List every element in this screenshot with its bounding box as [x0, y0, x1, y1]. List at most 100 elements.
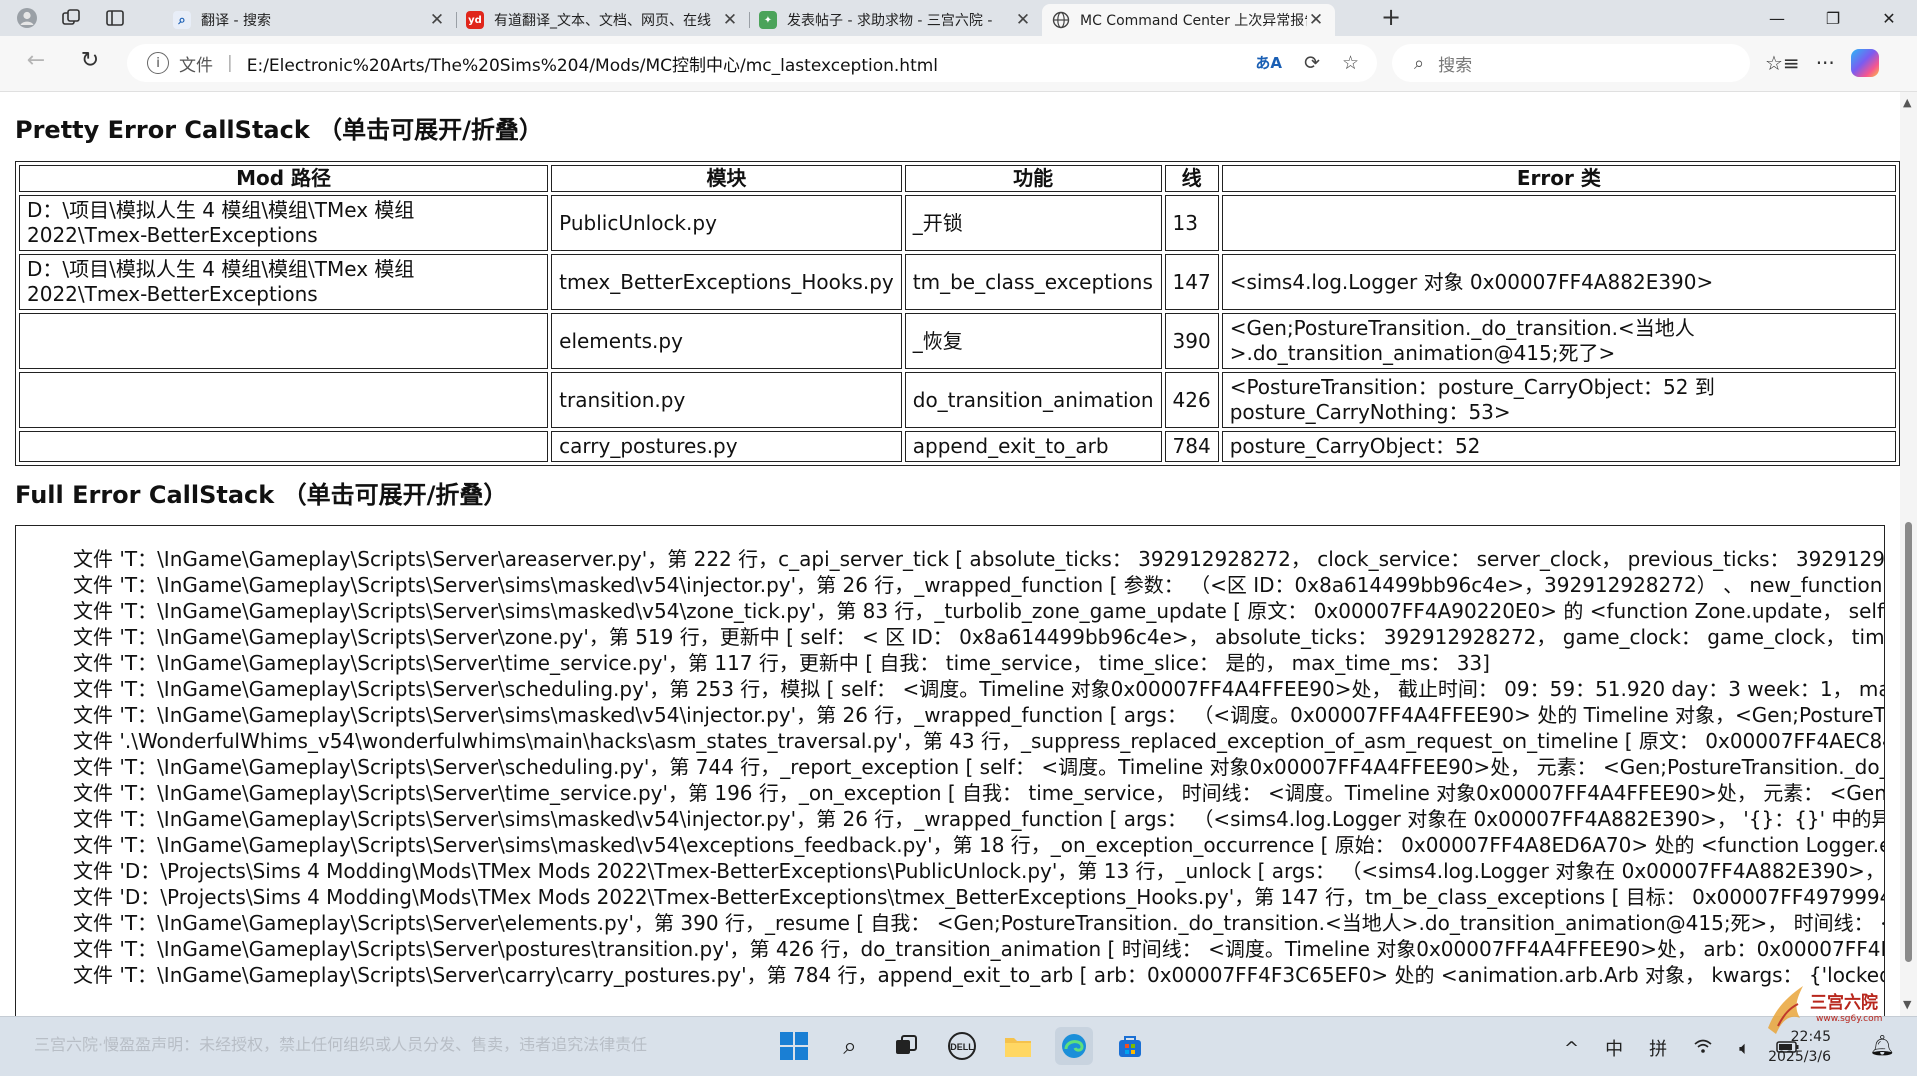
- copilot-icon[interactable]: [1850, 49, 1879, 77]
- more-menu-icon[interactable]: ···: [1816, 51, 1835, 75]
- phoenix-logo-icon: [1768, 986, 1803, 1034]
- cell-function: tm_be_class_exceptions: [904, 254, 1162, 310]
- cell-mod-path: [19, 431, 549, 462]
- table-row: D：\项目\模拟人生 4 模组\模组\TMex 模组 2022\Tmex-Bet…: [19, 254, 1896, 310]
- tab-mc-command-center[interactable]: MC Command Center 上次异常报告 ✕: [1042, 4, 1335, 36]
- browser-toolbar: ← ↻ i 文件 | E:/Electronic%20Arts/The%20Si…: [0, 36, 1917, 92]
- close-icon[interactable]: ✕: [1014, 10, 1032, 30]
- cell-module: carry_postures.py: [551, 431, 902, 462]
- table-header-row: Mod 路径 模块 功能 线 Error 类: [19, 165, 1896, 192]
- tab-actions-icon[interactable]: [96, 4, 134, 32]
- sanggong-favicon: ✦: [759, 11, 777, 29]
- tab-title: 翻译 - 搜索: [201, 13, 271, 29]
- globe-favicon: [1052, 11, 1070, 29]
- close-icon[interactable]: ✕: [721, 10, 739, 30]
- callstack-line: 文件 'T：\InGame\Gameplay\Scripts\Server\si…: [73, 833, 1885, 857]
- search-icon[interactable]: ⌕: [831, 1027, 869, 1065]
- windows-taskbar: 三宫六院·慢盈盈声明：未经授权，禁止任何组织或人员分发、售卖，违者追究法律责任 …: [0, 1016, 1917, 1076]
- refresh-icon[interactable]: ↻: [74, 48, 106, 73]
- tab-youdao[interactable]: yd 有道翻译_文本、文档、网页、在线 ✕: [456, 4, 749, 36]
- search-box[interactable]: ⌕ 搜索: [1392, 44, 1750, 82]
- cell-line: 13: [1164, 195, 1219, 251]
- workspaces-icon[interactable]: [52, 4, 90, 32]
- read-aloud-icon[interactable]: あA: [1255, 52, 1282, 74]
- callstack-line: 文件 'T：\InGame\Gameplay\Scripts\Server\si…: [73, 807, 1885, 831]
- watermark-text: 三宫六院·慢盈盈声明：未经授权，禁止任何组织或人员分发、售卖，违者追究法律责任: [34, 1035, 648, 1054]
- new-tab-button[interactable]: +: [1375, 4, 1407, 32]
- profile-icon[interactable]: [8, 4, 46, 32]
- minimize-button[interactable]: —: [1749, 0, 1805, 36]
- favorite-star-icon[interactable]: ☆: [1342, 52, 1359, 74]
- table-row: D：\项目\模拟人生 4 模组\模组\TMex 模组 2022\Tmex-Bet…: [19, 195, 1896, 251]
- cell-function: _恢复: [904, 313, 1162, 369]
- tab-bar: ⌕ 翻译 - 搜索 ✕ yd 有道翻译_文本、文档、网页、在线 ✕ ✦ 发表帖子…: [0, 0, 1917, 36]
- close-icon[interactable]: ✕: [428, 10, 446, 30]
- tab-strip: ⌕ 翻译 - 搜索 ✕ yd 有道翻译_文本、文档、网页、在线 ✕ ✦ 发表帖子…: [163, 4, 1335, 36]
- edge-icon[interactable]: [1055, 1027, 1093, 1065]
- file-explorer-icon[interactable]: [999, 1027, 1037, 1065]
- callstack-line: 文件 'T：\InGame\Gameplay\Scripts\Server\po…: [73, 937, 1885, 961]
- cell-error-class: <Gen;PostureTransition._do_transition.<当…: [1221, 313, 1896, 369]
- cell-error-class: [1221, 195, 1896, 251]
- cell-line: 784: [1164, 431, 1219, 462]
- address-scheme-label: 文件: [179, 55, 213, 76]
- scrollbar-thumb[interactable]: [1905, 522, 1912, 962]
- close-icon[interactable]: ✕: [1307, 10, 1325, 30]
- cell-function: _开锁: [904, 195, 1162, 251]
- close-window-button[interactable]: ✕: [1861, 0, 1917, 36]
- cell-module: elements.py: [551, 313, 902, 369]
- back-arrow-icon[interactable]: ←: [20, 48, 52, 73]
- cell-mod-path: D：\项目\模拟人生 4 模组\模组\TMex 模组 2022\Tmex-Bet…: [19, 195, 549, 251]
- show-hidden-icons-chevron-icon[interactable]: ^: [1564, 1038, 1579, 1059]
- column-header-function: 功能: [904, 165, 1162, 192]
- full-callstack-heading[interactable]: Full Error CallStack （单击可展开/折叠）: [15, 475, 507, 510]
- callstack-line: 文件 'T：\InGame\Gameplay\Scripts\Server\ar…: [73, 547, 1885, 571]
- address-url[interactable]: E:/Electronic%20Arts/The%20Sims%204/Mods…: [247, 51, 1256, 76]
- volume-icon[interactable]: 🔈︎: [1739, 1038, 1750, 1059]
- youdao-favicon: yd: [466, 11, 484, 29]
- cell-module: tmex_BetterExceptions_Hooks.py: [551, 254, 902, 310]
- callstack-line: 文件 '.\WonderfulWhims_v54\wonderfulwhims\…: [73, 729, 1885, 753]
- search-icon: ⌕: [1414, 52, 1425, 74]
- callstack-line: 文件 'T：\InGame\Gameplay\Scripts\Server\sc…: [73, 677, 1885, 701]
- wifi-icon[interactable]: [1693, 1038, 1713, 1059]
- table-row: carry_postures.py append_exit_to_arb 784…: [19, 431, 1896, 462]
- task-view-icon[interactable]: [887, 1027, 925, 1065]
- callstack-line: 文件 'D：\Projects\Sims 4 Modding\Mods\TMex…: [73, 859, 1885, 883]
- windows-start-icon[interactable]: [775, 1027, 813, 1065]
- column-header-error-class: Error 类: [1221, 165, 1896, 192]
- tab-translate-search[interactable]: ⌕ 翻译 - 搜索 ✕: [163, 4, 456, 36]
- tab-title: 有道翻译_文本、文档、网页、在线: [494, 13, 711, 29]
- cell-line: 147: [1164, 254, 1219, 310]
- column-header-line: 线: [1164, 165, 1219, 192]
- search-placeholder: 搜索: [1438, 55, 1473, 76]
- store-icon[interactable]: [1111, 1027, 1149, 1065]
- callstack-line: 文件 'T：\InGame\Gameplay\Scripts\Server\el…: [73, 911, 1885, 935]
- svg-text:DELL: DELL: [950, 1042, 974, 1052]
- window-controls: — ❐ ✕: [1749, 0, 1917, 36]
- callstack-line: 文件 'T：\InGame\Gameplay\Scripts\Server\si…: [73, 703, 1885, 727]
- taskbar-apps: ⌕ DELL: [775, 1027, 1149, 1065]
- info-icon[interactable]: i: [147, 52, 169, 74]
- favorites-icon[interactable]: ☆≡: [1765, 51, 1800, 75]
- cell-mod-path: [19, 313, 549, 369]
- cell-line: 426: [1164, 372, 1219, 428]
- ime-language-indicator[interactable]: 中: [1605, 1035, 1623, 1061]
- full-callstack-box: 文件 'T：\InGame\Gameplay\Scripts\Server\ar…: [15, 525, 1885, 1016]
- callstack-line: 文件 'T：\InGame\Gameplay\Scripts\Server\zo…: [73, 625, 1885, 649]
- tab-forum-post[interactable]: ✦ 发表帖子 - 求助求物 - 三宫六院 - ✕: [749, 4, 1042, 36]
- column-header-module: 模块: [551, 165, 902, 192]
- translate-icon[interactable]: ⟳: [1304, 52, 1320, 74]
- site-stamp-logo: 三宫六院 www.sg6y.com: [1758, 978, 1908, 1040]
- cell-function: do_transition_animation: [904, 372, 1162, 428]
- scroll-up-arrow-icon[interactable]: ▲: [1903, 96, 1911, 109]
- cell-error-class: <PostureTransition：posture_CarryObject：5…: [1221, 372, 1896, 428]
- maximize-button[interactable]: ❐: [1805, 0, 1861, 36]
- dell-icon[interactable]: DELL: [943, 1027, 981, 1065]
- search-favicon: ⌕: [173, 11, 191, 29]
- pretty-callstack-heading[interactable]: Pretty Error CallStack （单击可展开/折叠）: [15, 110, 543, 145]
- address-bar[interactable]: i 文件 | E:/Electronic%20Arts/The%20Sims%2…: [127, 44, 1377, 82]
- callstack-line: 文件 'D：\Projects\Sims 4 Modding\Mods\TMex…: [73, 885, 1885, 909]
- ime-mode-indicator[interactable]: 拼: [1649, 1035, 1667, 1061]
- page-scrollbar[interactable]: ▲ ▼: [1900, 92, 1917, 1016]
